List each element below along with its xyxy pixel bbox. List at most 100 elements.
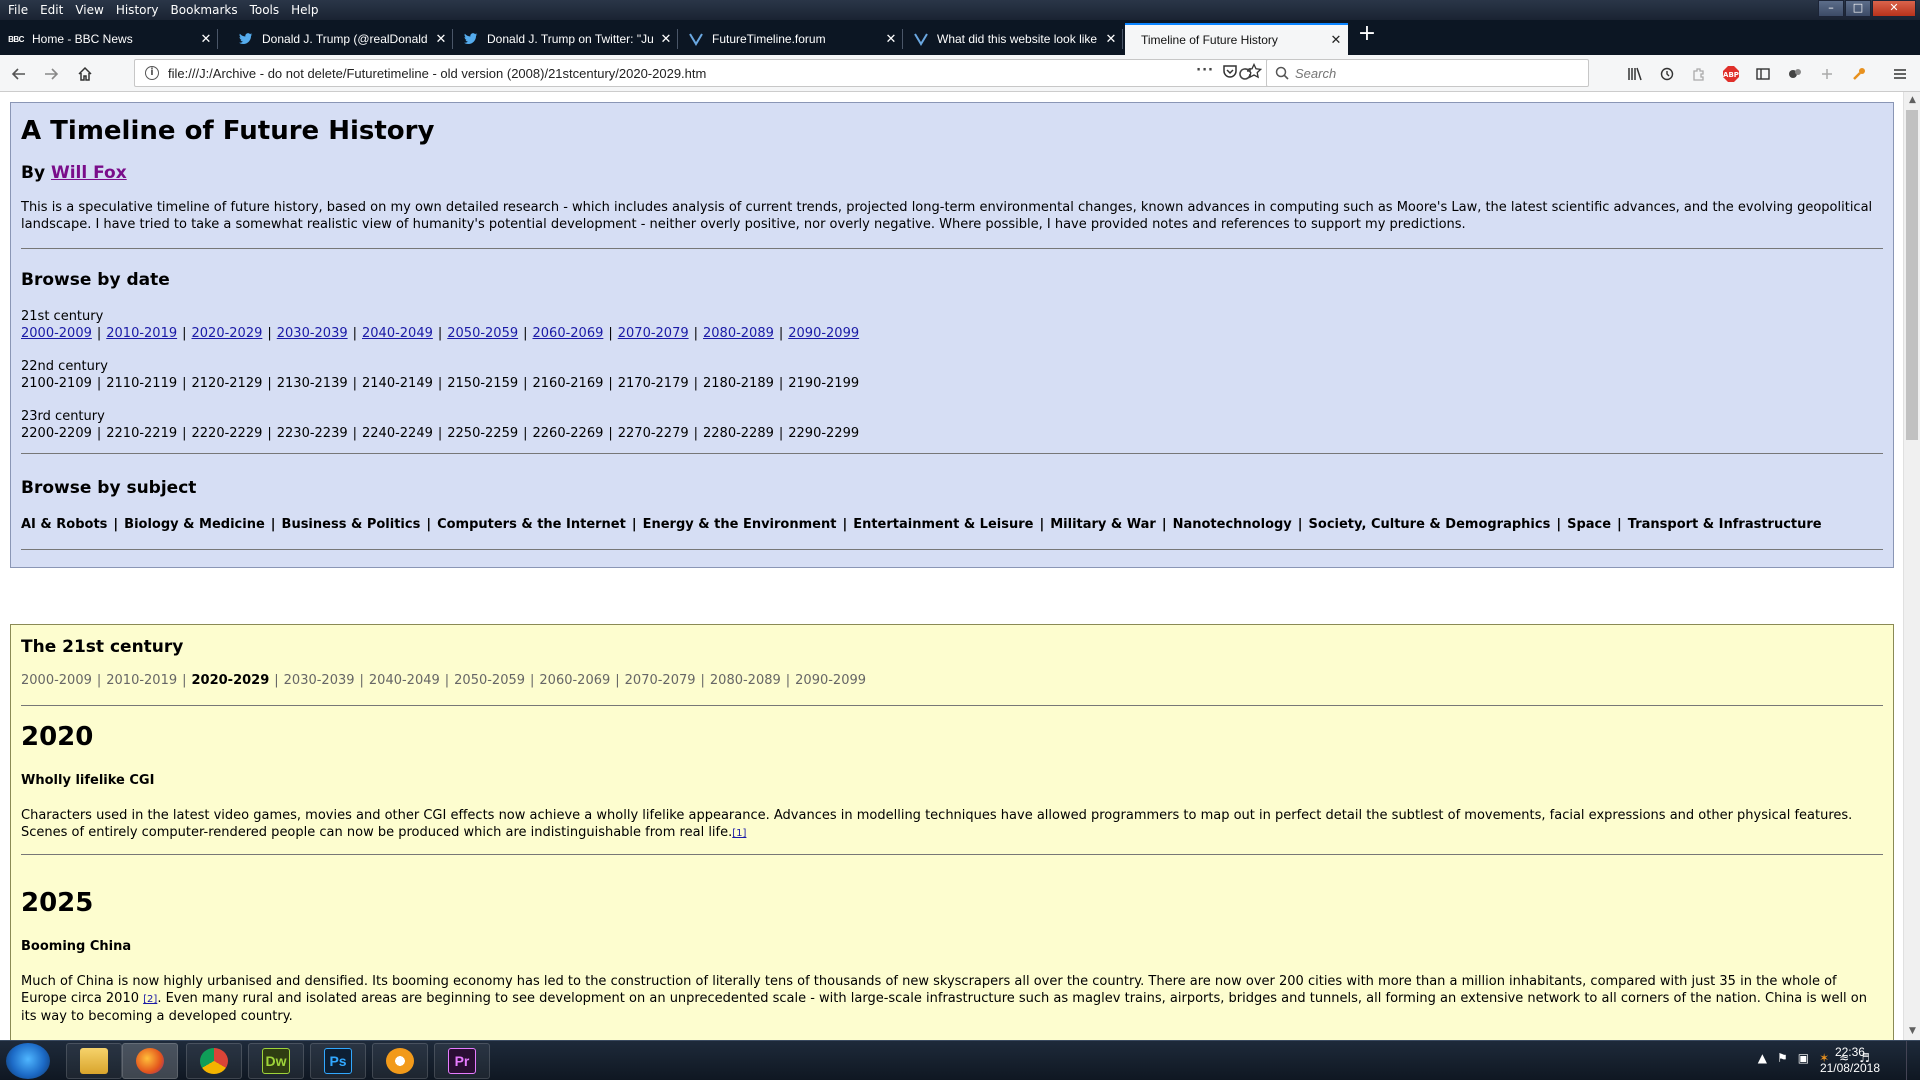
taskbar-photoshop[interactable]: Ps: [310, 1043, 366, 1079]
taskbar-firefox[interactable]: [122, 1043, 178, 1079]
author-link[interactable]: Will Fox: [51, 163, 127, 183]
reference-link[interactable]: [1]: [732, 828, 746, 839]
home-button[interactable]: [72, 61, 98, 87]
decade-nav-link[interactable]: 2030-2039: [284, 673, 355, 688]
decade-nav-link[interactable]: 2050-2059: [454, 673, 525, 688]
menu-view[interactable]: View: [69, 0, 109, 18]
scrollbar-thumb[interactable]: [1906, 110, 1918, 440]
taskbar-settings[interactable]: [372, 1043, 428, 1079]
close-tab-icon[interactable]: ✕: [1099, 31, 1123, 47]
subject-link[interactable]: Military & War: [1050, 517, 1156, 532]
page-content[interactable]: A Timeline of Future History By Will Fox…: [0, 92, 1920, 1040]
browser-tab[interactable]: Donald J. Trump on Twitter: "Ju ✕: [455, 23, 678, 55]
menu-button[interactable]: [1887, 61, 1913, 87]
firefox-icon: [136, 1048, 164, 1074]
subject-link[interactable]: Business & Politics: [282, 517, 421, 532]
subject-link[interactable]: AI & Robots: [21, 517, 107, 532]
decade-nav-link[interactable]: 2060-2069: [539, 673, 610, 688]
subject-link[interactable]: Energy & the Environment: [643, 517, 837, 532]
arrow-left-icon: [11, 68, 25, 80]
separator: |: [1556, 517, 1562, 532]
minimize-button[interactable]: –: [1818, 0, 1844, 17]
url-text[interactable]: file:///J:/Archive - do not delete/Futur…: [168, 66, 706, 81]
close-tab-icon[interactable]: ✕: [654, 31, 678, 47]
page-actions-icon[interactable]: ···: [1196, 63, 1214, 79]
menu-bookmarks[interactable]: Bookmarks: [165, 0, 244, 18]
century-label: 23rd century: [21, 409, 105, 424]
puzzle-icon[interactable]: [1686, 61, 1712, 87]
extension-key-icon[interactable]: [1846, 61, 1872, 87]
decade-nav-link[interactable]: 2010-2019: [106, 673, 177, 688]
new-tab-button[interactable]: +: [1355, 23, 1379, 49]
close-tab-icon[interactable]: ✕: [1324, 32, 1348, 48]
decade-link[interactable]: 2090-2099: [788, 326, 859, 341]
start-button[interactable]: [6, 1043, 50, 1079]
maximize-button[interactable]: □: [1845, 0, 1871, 17]
decade-link[interactable]: 2050-2059: [447, 326, 518, 341]
subject-link[interactable]: Space: [1567, 517, 1611, 532]
search-input[interactable]: [1295, 64, 1575, 82]
back-button[interactable]: [6, 61, 32, 87]
browser-tab[interactable]: Donald J. Trump (@realDonald ✕: [230, 23, 453, 55]
close-tab-icon[interactable]: ✕: [879, 31, 903, 47]
decade-label: 2120-2129: [191, 376, 263, 391]
taskbar-chrome[interactable]: [186, 1043, 242, 1079]
browser-tab[interactable]: FutureTimeline.forum ✕: [680, 23, 903, 55]
taskbar-dreamweaver[interactable]: Dw: [248, 1043, 304, 1079]
decade-link[interactable]: 2010-2019: [106, 326, 177, 341]
browser-tab[interactable]: BBC Home - BBC News ✕: [0, 23, 218, 55]
decade-label: 2260-2269: [532, 426, 604, 441]
menu-tools[interactable]: Tools: [244, 0, 286, 18]
search-bar[interactable]: [1266, 59, 1589, 87]
subject-link[interactable]: Computers & the Internet: [437, 517, 626, 532]
scroll-up-icon[interactable]: ▲: [1904, 92, 1920, 109]
subject-link[interactable]: Society, Culture & Demographics: [1309, 517, 1551, 532]
menu-help[interactable]: Help: [285, 0, 324, 18]
decade-link[interactable]: 2080-2089: [703, 326, 774, 341]
menu-edit[interactable]: Edit: [34, 0, 69, 18]
menu-file[interactable]: File: [2, 0, 34, 18]
decade-link[interactable]: 2070-2079: [618, 326, 689, 341]
sidebar-icon[interactable]: [1750, 61, 1776, 87]
subject-link[interactable]: Biology & Medicine: [124, 517, 265, 532]
decade-link[interactable]: 2040-2049: [362, 326, 433, 341]
decade-link[interactable]: 2030-2039: [277, 326, 348, 341]
close-tab-icon[interactable]: ✕: [194, 31, 218, 47]
decade-link[interactable]: 2060-2069: [533, 326, 604, 341]
reference-link[interactable]: [2]: [143, 994, 157, 1005]
close-window-button[interactable]: ✕: [1872, 0, 1916, 17]
browser-tab[interactable]: Timeline of Future History ✕: [1125, 23, 1348, 55]
decade-nav-link[interactable]: 2080-2089: [710, 673, 781, 688]
action-center-flag-icon[interactable]: ⚑: [1777, 1051, 1788, 1065]
separator: |: [608, 426, 613, 441]
decade-nav-link[interactable]: 2070-2079: [625, 673, 696, 688]
decade-link[interactable]: 2020-2029: [192, 326, 263, 341]
extension-plus-icon[interactable]: [1814, 61, 1840, 87]
history-icon[interactable]: [1654, 61, 1680, 87]
address-bar[interactable]: i file:///J:/Archive - do not delete/Fut…: [134, 59, 1269, 87]
close-tab-icon[interactable]: ✕: [429, 31, 453, 47]
scroll-down-icon[interactable]: ▼: [1904, 1023, 1920, 1040]
tray-expand-icon[interactable]: ▲: [1758, 1051, 1767, 1065]
browser-tab[interactable]: What did this website look like ✕: [905, 23, 1123, 55]
extension-icon[interactable]: [1782, 61, 1808, 87]
vertical-scrollbar[interactable]: ▲ ▼: [1903, 92, 1920, 1040]
show-desktop-button[interactable]: [1906, 1041, 1920, 1080]
forward-button[interactable]: [38, 61, 64, 87]
taskbar-premiere[interactable]: Pr: [434, 1043, 490, 1079]
network-icon[interactable]: ▣: [1798, 1051, 1809, 1065]
taskbar-file-explorer[interactable]: [66, 1043, 122, 1079]
adblock-icon[interactable]: ABP: [1718, 61, 1744, 87]
decade-link[interactable]: 2000-2009: [21, 326, 92, 341]
reload-button[interactable]: [1232, 61, 1258, 87]
site-info-icon[interactable]: i: [145, 66, 159, 80]
clock[interactable]: 22:36 21/08/2018: [1820, 1044, 1880, 1076]
decade-nav-link[interactable]: 2000-2009: [21, 673, 92, 688]
subject-link[interactable]: Transport & Infrastructure: [1628, 517, 1822, 532]
menu-history[interactable]: History: [110, 0, 165, 18]
decade-nav-link[interactable]: 2040-2049: [369, 673, 440, 688]
library-icon[interactable]: [1622, 61, 1648, 87]
subject-link[interactable]: Nanotechnology: [1173, 517, 1292, 532]
decade-nav-link[interactable]: 2090-2099: [795, 673, 866, 688]
subject-link[interactable]: Entertainment & Leisure: [853, 517, 1033, 532]
